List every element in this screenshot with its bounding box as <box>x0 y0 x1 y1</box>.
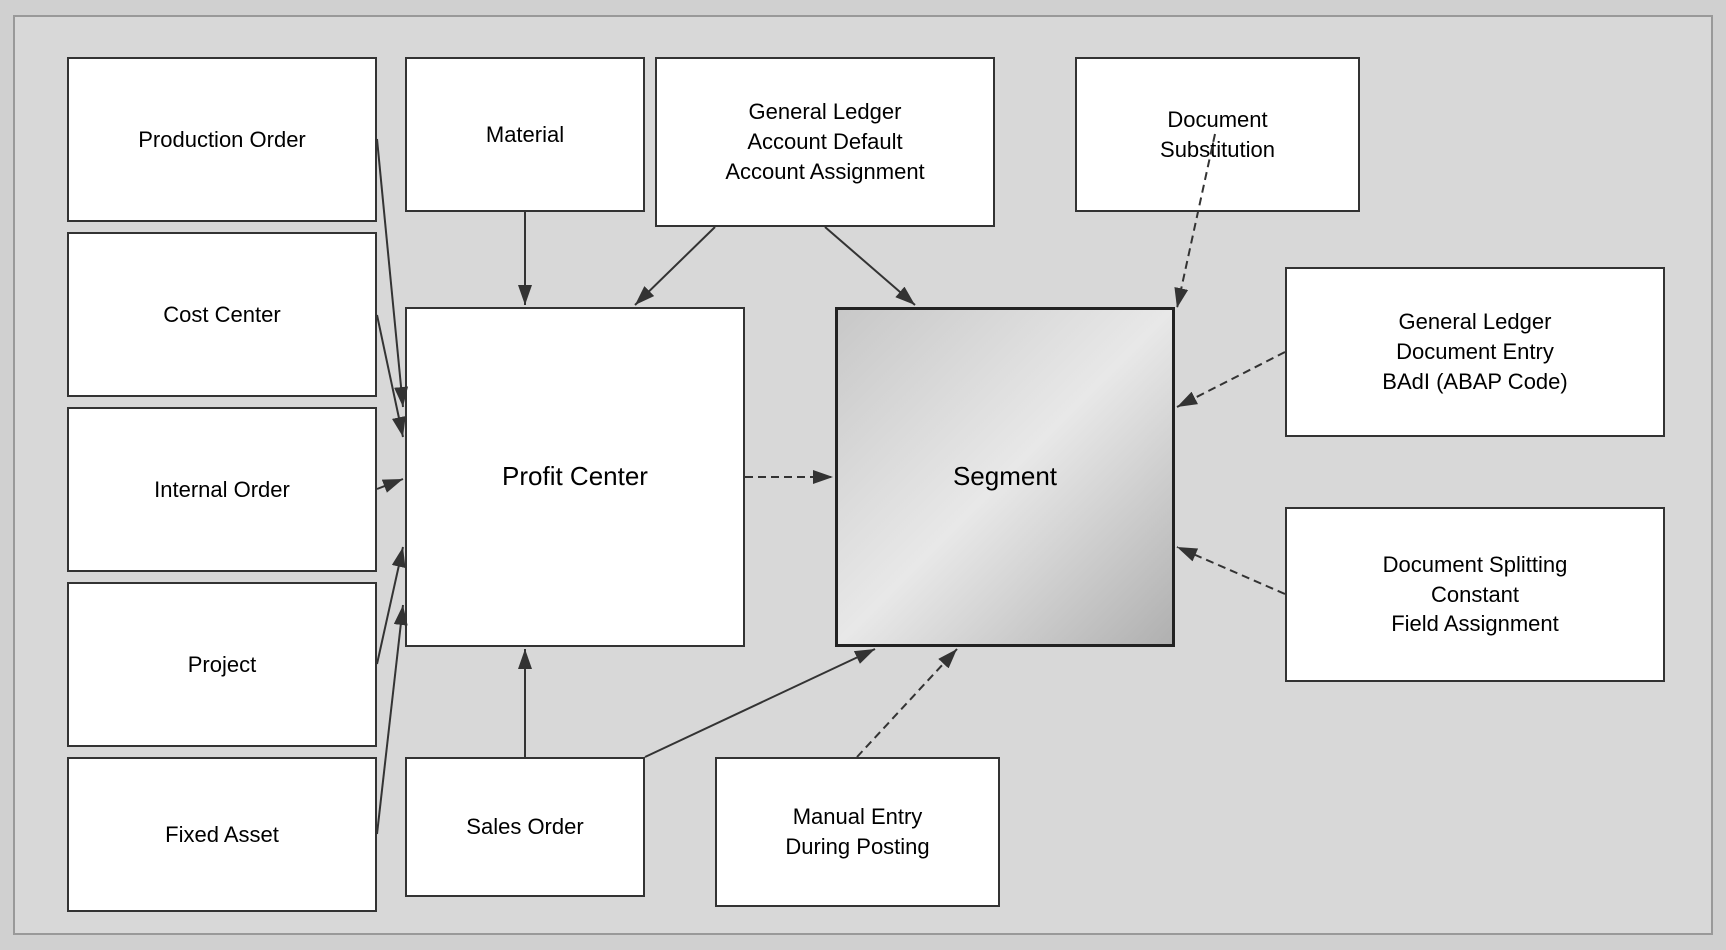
box-material: Material <box>405 57 645 212</box>
box-project: Project <box>67 582 377 747</box>
box-gl-badi: General Ledger Document Entry BAdI (ABAP… <box>1285 267 1665 437</box>
box-fixed-asset: Fixed Asset <box>67 757 377 912</box>
box-doc-splitting: Document Splitting Constant Field Assign… <box>1285 507 1665 682</box>
box-profit-center: Profit Center <box>405 307 745 647</box>
box-doc-substitution: Document Substitution <box>1075 57 1360 212</box>
box-sales-order: Sales Order <box>405 757 645 897</box>
box-segment: Segment <box>835 307 1175 647</box>
box-gl-account: General Ledger Account Default Account A… <box>655 57 995 227</box>
box-cost-center: Cost Center <box>67 232 377 397</box>
diagram-container: Production Order Cost Center Internal Or… <box>13 15 1713 935</box>
box-manual-entry: Manual Entry During Posting <box>715 757 1000 907</box>
box-production-order: Production Order <box>67 57 377 222</box>
box-internal-order: Internal Order <box>67 407 377 572</box>
